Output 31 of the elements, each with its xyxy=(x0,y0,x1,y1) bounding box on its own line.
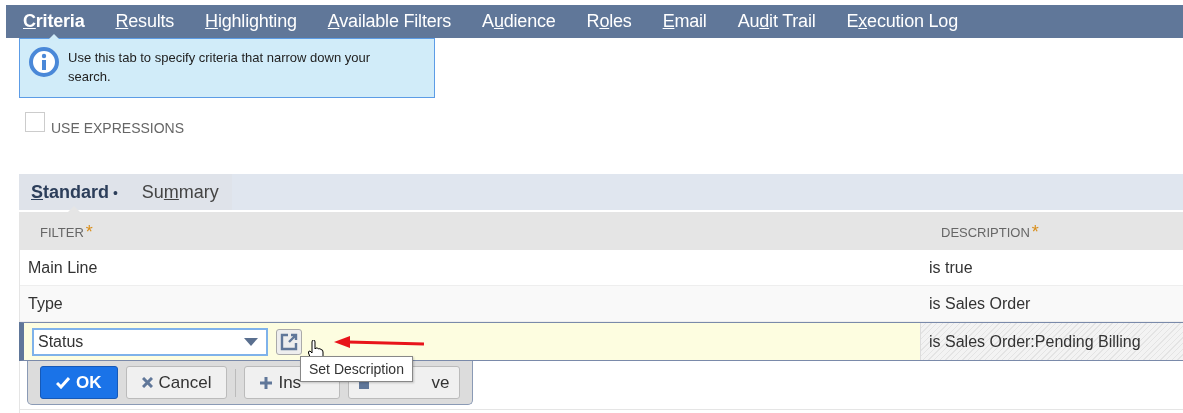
filter-dropdown[interactable]: Status xyxy=(32,327,268,356)
x-icon xyxy=(141,377,153,388)
check-icon xyxy=(56,376,70,389)
tooltip: Set Description xyxy=(300,356,413,382)
ok-button[interactable]: OK xyxy=(40,366,118,399)
tab[interactable]: Available Filters xyxy=(327,11,452,32)
subtab[interactable]: Summary xyxy=(141,181,219,203)
tab[interactable]: Email xyxy=(662,11,707,32)
tab[interactable]: Highlighting xyxy=(205,11,297,32)
checkbox[interactable] xyxy=(25,112,45,132)
checkbox-label: USE EXPRESSIONS xyxy=(51,120,185,136)
info-icon xyxy=(28,46,60,78)
table-cell-text: Type xyxy=(27,294,64,313)
table-cell-text: is true xyxy=(928,258,974,277)
table-cell-text: Main Line xyxy=(27,258,99,277)
tab[interactable]: Results xyxy=(115,11,175,32)
required-mark: * xyxy=(85,224,93,239)
column-header: DESCRIPTION xyxy=(941,224,1030,240)
info-text: Use this tab to specify criteria that narrow down your search. xyxy=(68,49,372,86)
table-cell-text: is Sales Order xyxy=(928,294,1032,313)
caret-icon xyxy=(244,337,258,346)
tab[interactable]: Audience xyxy=(482,11,556,32)
tab[interactable]: Roles xyxy=(586,11,632,32)
column-header: FILTER xyxy=(40,224,84,240)
set-description-button[interactable] xyxy=(276,328,302,355)
tab[interactable]: Execution Log xyxy=(846,11,958,32)
required-mark: * xyxy=(1031,224,1039,239)
plus-icon xyxy=(260,376,273,389)
table-cell: is Sales Order:Pending Billing xyxy=(920,323,1183,360)
cancel-button[interactable]: Cancel xyxy=(125,366,228,399)
tab[interactable]: Audit Trail xyxy=(737,11,816,32)
